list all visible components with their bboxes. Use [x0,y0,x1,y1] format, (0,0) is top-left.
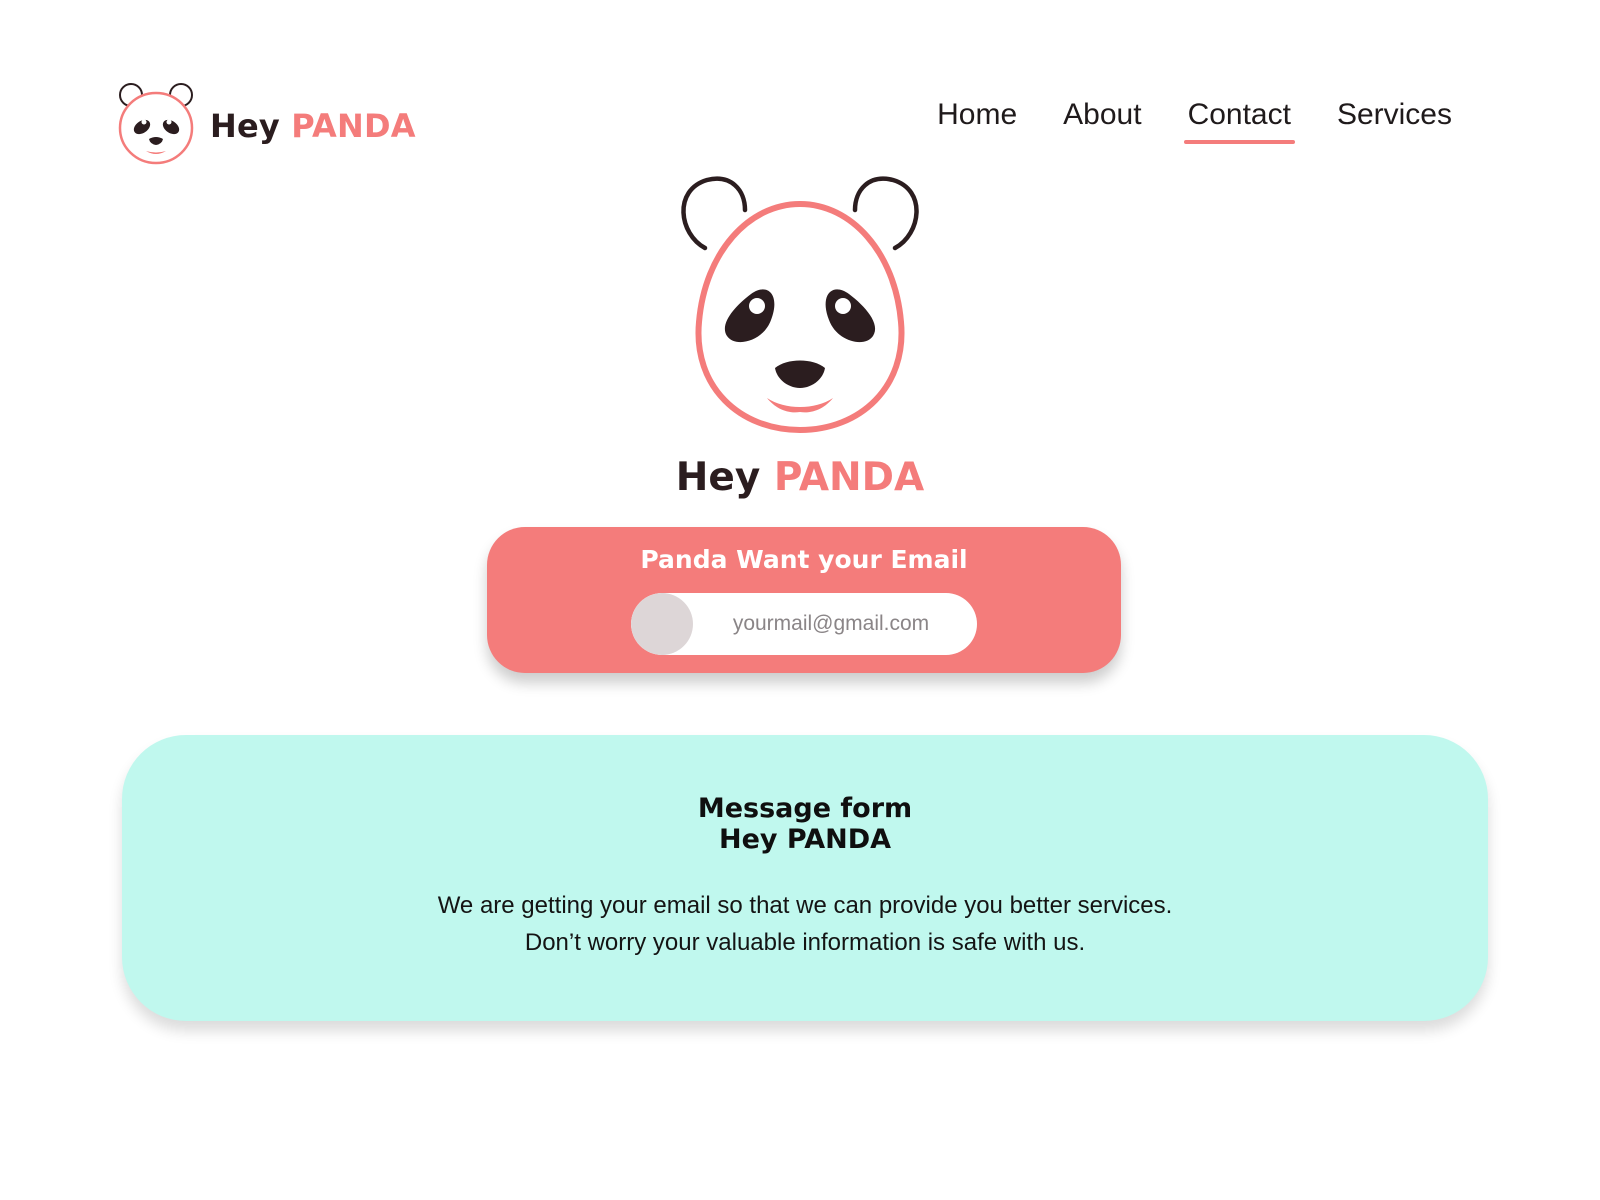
message-title-line2: Hey PANDA [718,824,892,855]
brand-name: Hey PANDA [210,107,416,145]
hero-title: Hey PANDA [0,455,1600,500]
message-form-card: Message form Hey PANDA We are getting yo… [122,735,1488,1021]
brand-logo-link[interactable]: Hey PANDA [118,82,416,166]
nav-item-contact[interactable]: Contact [1183,98,1296,144]
message-body-line2: Don’t worry your valuable information is… [524,929,1086,956]
message-body-line1: We are getting your email so that we can… [437,892,1173,919]
nav-item-home[interactable]: Home [935,98,1019,140]
main-nav: Home About Contact Services [935,98,1454,144]
nav-item-services[interactable]: Services [1335,98,1454,140]
email-card-title: Panda Want your Email [640,545,968,574]
message-title-line1: Message form [697,793,913,824]
brand-name-part2: PANDA [291,107,416,145]
hero-title-part2: PANDA [773,455,925,500]
email-input[interactable] [701,593,961,655]
email-field[interactable] [631,593,977,655]
toggle-knob[interactable] [631,593,693,655]
page: Hey PANDA Home About Contact Services He… [0,0,1600,1200]
nav-item-about[interactable]: About [1061,98,1143,140]
hero-title-part1: Hey [675,455,761,500]
panda-head-icon [118,83,194,165]
brand-name-part1: Hey [210,107,280,145]
message-form-body: We are getting your email so that we can… [122,887,1488,961]
message-form-title: Message form Hey PANDA [122,793,1488,855]
panda-head-icon [681,176,919,434]
email-signup-card: Panda Want your Email [487,527,1121,673]
